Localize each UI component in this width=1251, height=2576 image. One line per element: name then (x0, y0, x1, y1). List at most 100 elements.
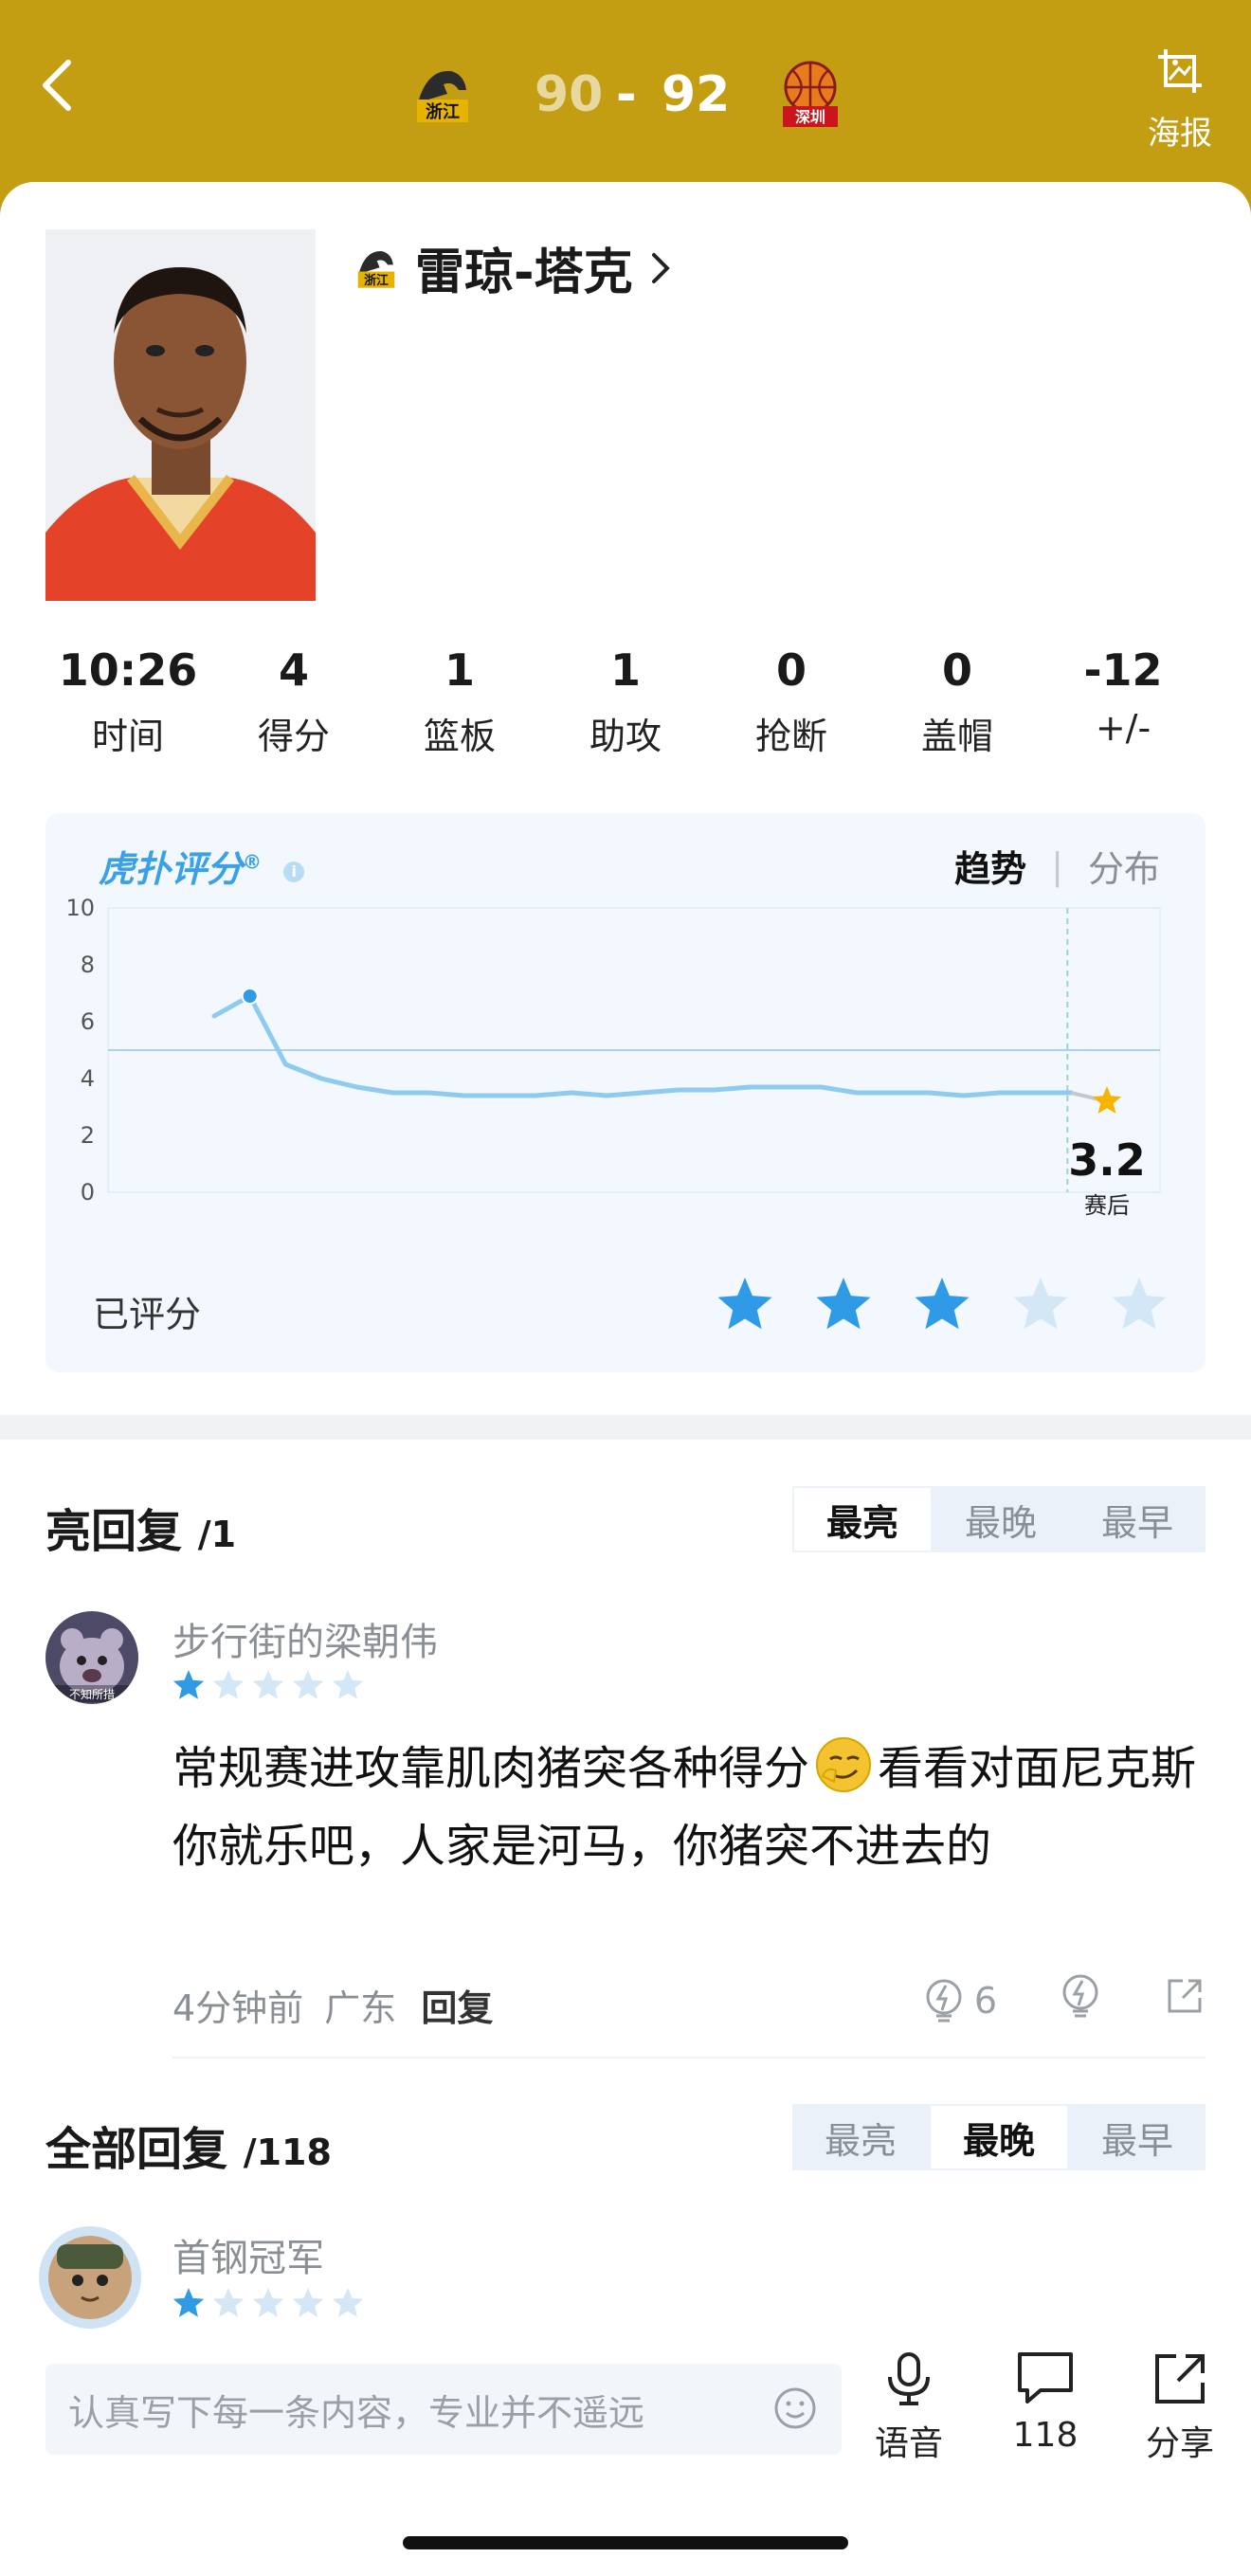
stat-label: 篮板 (423, 716, 496, 757)
stat-rebounds: 1 篮板 (377, 644, 542, 759)
poster-button[interactable]: 海报 (1147, 47, 1213, 154)
star-filled-icon (172, 1668, 205, 1704)
player-name: 雷琼-塔克 (415, 245, 633, 301)
comment-input[interactable]: 认真写下每一条内容，专业并不遥远 (45, 2364, 842, 2455)
light-count: 6 (973, 1979, 997, 2022)
highlight-replies-title: 亮回复 /1 (45, 1505, 237, 1558)
stat-points: 4 得分 (211, 644, 376, 759)
back-button[interactable] (38, 57, 95, 133)
svg-text:不知所措: 不知所措 (69, 1688, 115, 1701)
player-photo (45, 229, 316, 601)
star-empty-icon (332, 2286, 364, 2322)
stat-value: 0 (941, 644, 972, 696)
poster-label: 海报 (1148, 115, 1212, 153)
chart-y-ticks: 10 8 6 4 2 0 (65, 895, 95, 1206)
comment-body: 常规赛进攻靠肌肉猪突各种得分 看看对面尼克斯你就乐吧，人家是河马，你猪突不进去的 (172, 1730, 1215, 1885)
rated-label: 已评分 (93, 1294, 202, 1335)
sort-tab-earliest[interactable]: 最早 (1069, 1486, 1206, 1552)
user-rating-stars[interactable] (716, 1276, 1168, 1336)
rating-trend-chart: 10 8 6 4 2 0 3.2 赛后 (65, 895, 1161, 1219)
svg-text:深圳: 深圳 (795, 108, 825, 126)
stat-value: 0 (775, 644, 807, 696)
away-team-logo[interactable]: 深圳 (777, 59, 843, 127)
smirk-emoji-icon (813, 1734, 874, 1795)
svg-text:浙江: 浙江 (426, 101, 460, 122)
star-empty-icon (292, 1668, 324, 1704)
comment-count: 118 (1012, 2416, 1079, 2455)
stat-label: +/- (1095, 707, 1151, 749)
star-empty-icon (212, 2286, 245, 2322)
sort-tab-latest[interactable]: 最晚 (933, 1486, 1069, 1552)
star-empty-icon[interactable] (1012, 1276, 1069, 1336)
y-tick-label: 6 (81, 1008, 95, 1035)
star-empty-icon (212, 1668, 245, 1704)
comment-location: 广东 (324, 1987, 397, 2029)
player-team-logo: 浙江 (357, 250, 395, 288)
stat-value: 10:26 (58, 644, 198, 696)
comment-meta: 4分钟前 广东 回复 (172, 1979, 493, 2031)
comment-username[interactable]: 步行街的梁朝伟 (172, 1611, 438, 1666)
share-label: 分享 (1145, 2424, 1214, 2463)
share-comment-button[interactable] (1164, 1975, 1206, 2025)
comment-username[interactable]: 首钢冠军 (172, 2227, 324, 2282)
comment-rating-stars (172, 2286, 364, 2322)
stat-value: 1 (444, 644, 475, 696)
home-indicator (403, 2536, 848, 2549)
sort-tab-latest[interactable]: 最晚 (929, 2104, 1069, 2170)
star-empty-icon[interactable] (1111, 1276, 1168, 1336)
sort-tab-hottest[interactable]: 最亮 (792, 2104, 929, 2170)
score-separator: - (616, 66, 637, 123)
stat-steals: 0 抢断 (709, 644, 874, 759)
y-tick-label: 8 (81, 952, 95, 978)
stat-blocks: 0 盖帽 (875, 644, 1040, 759)
stat-label: 得分 (257, 716, 330, 757)
stat-time: 10:26 时间 (45, 644, 210, 759)
dislike-button[interactable] (1060, 1973, 1101, 2027)
chart-grid (107, 907, 1161, 1193)
stat-value: -12 (1083, 644, 1163, 696)
comment-rating-stars (172, 1668, 364, 1704)
sort-tab-hottest[interactable]: 最亮 (792, 1486, 933, 1552)
share-out-icon (1168, 1979, 1202, 2013)
emoji-icon[interactable] (773, 2386, 817, 2430)
chevron-right-icon (651, 252, 670, 283)
player-name-link[interactable]: 浙江 雷琼-塔克 (353, 232, 675, 303)
stat-value: 1 (609, 644, 641, 696)
stat-label: 时间 (91, 716, 164, 757)
avatar[interactable] (38, 2225, 142, 2330)
avatar[interactable]: 不知所措 (45, 1611, 138, 1704)
star-empty-icon (252, 1668, 284, 1704)
y-tick-label: 10 (65, 895, 95, 921)
reply-button[interactable]: 回复 (421, 1987, 493, 2029)
highlight-sort-tabs: 最亮 最晚 最早 (792, 1486, 1206, 1552)
rating-panel: 虎扑评分® i 趋势 | 分布 10 8 6 4 2 0 3.2 赛后 已评分 (45, 813, 1206, 1372)
voice-label: 语音 (874, 2424, 943, 2463)
home-score: 90 (535, 66, 604, 123)
svg-text:浙江: 浙江 (364, 273, 389, 288)
stat-label: 盖帽 (920, 716, 993, 757)
star-empty-icon (252, 2286, 284, 2322)
peak-point (241, 988, 259, 1005)
comment-input-placeholder: 认真写下每一条内容，专业并不遥远 (68, 2391, 645, 2434)
sort-tab-earliest[interactable]: 最早 (1069, 2104, 1206, 2170)
comment-divider (172, 2057, 1206, 2059)
home-team-logo[interactable]: 浙江 (409, 62, 476, 128)
star-filled-icon (172, 2286, 205, 2322)
y-tick-label: 4 (81, 1065, 95, 1092)
final-score-label: 赛后 (1084, 1192, 1130, 1219)
star-filled-icon[interactable] (716, 1276, 773, 1336)
all-replies-title: 全部回复 /118 (45, 2123, 332, 2176)
light-button[interactable]: 6 (923, 1978, 997, 2023)
stat-plus-minus: -12 +/- (1041, 644, 1206, 759)
voice-button[interactable]: 语音 (857, 2350, 961, 2465)
comment-actions: 6 (923, 1973, 1206, 2027)
star-filled-icon[interactable] (914, 1276, 970, 1336)
comment-bubble-icon (1018, 2352, 1073, 2404)
star-empty-icon (332, 1668, 364, 1704)
comments-button[interactable]: 118 (993, 2350, 1097, 2455)
stat-value: 4 (278, 644, 309, 696)
dim-bulb-icon (1062, 1974, 1098, 2018)
share-button[interactable]: 分享 (1128, 2350, 1232, 2465)
section-divider (0, 1415, 1251, 1440)
star-filled-icon[interactable] (815, 1276, 872, 1336)
